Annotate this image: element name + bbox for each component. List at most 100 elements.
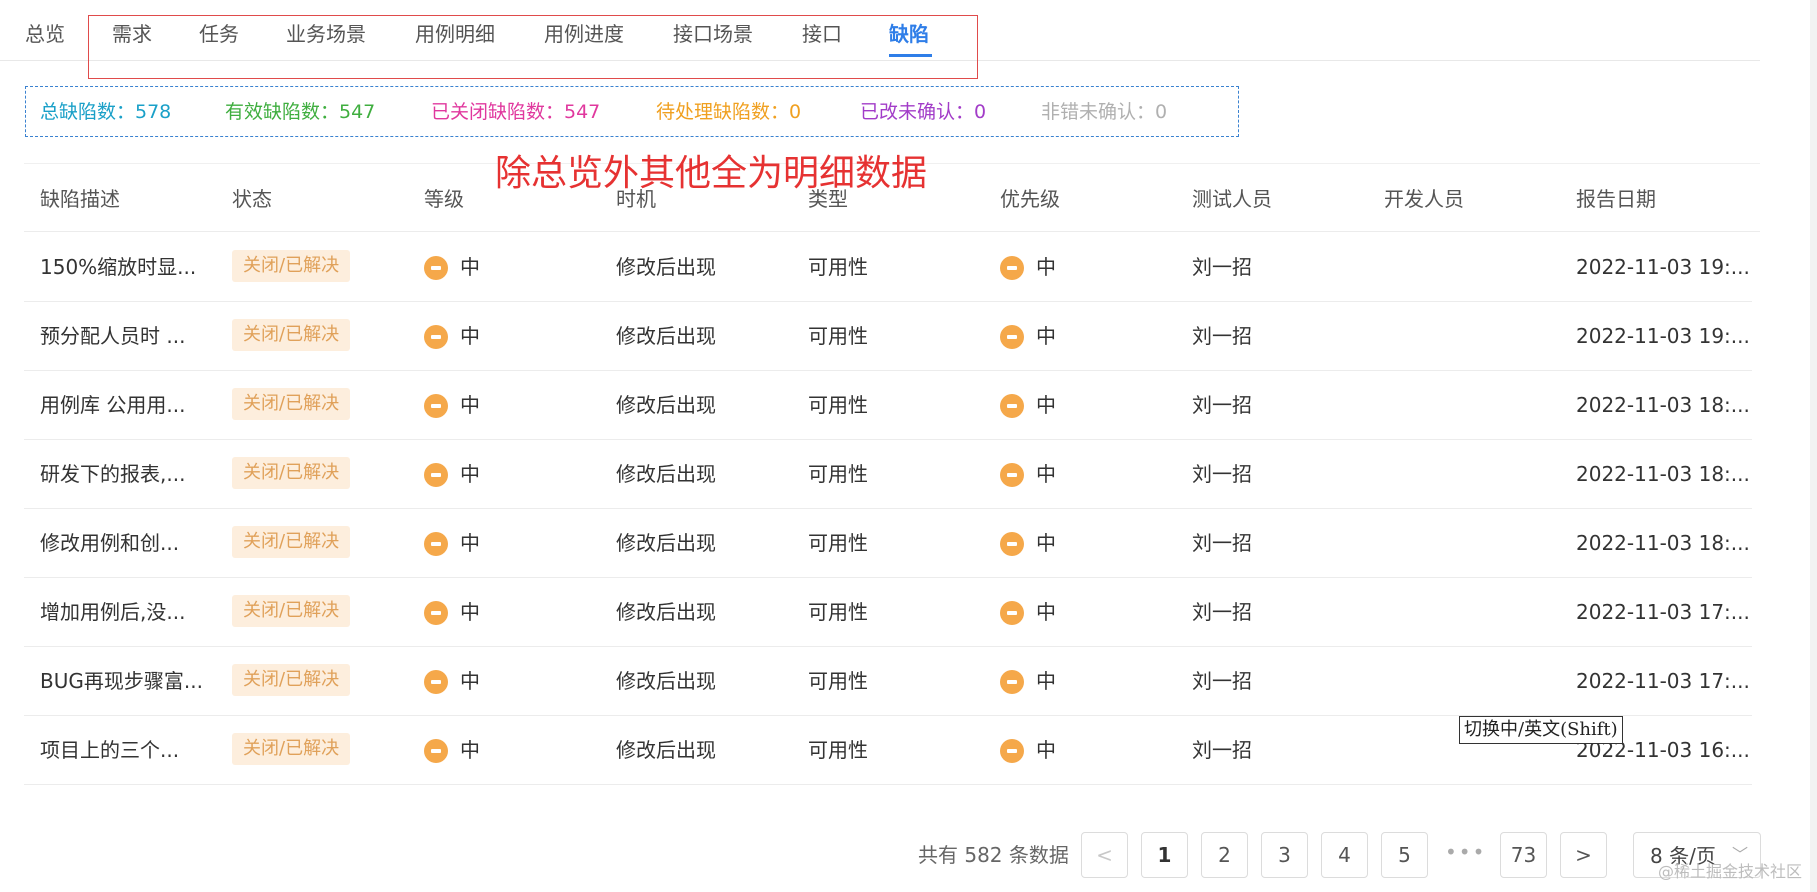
priority-level-label: 中 xyxy=(1036,531,1056,555)
pagination-total: 共有 582 条数据 xyxy=(918,843,1069,867)
report-date: 2022-11-03 17:... xyxy=(1576,669,1750,693)
tester-name: 刘一招 xyxy=(1192,462,1252,486)
minus-circle-icon xyxy=(1000,532,1024,556)
ime-tooltip: 切换中/英文(Shift) xyxy=(1459,716,1623,744)
page-button-3[interactable]: 3 xyxy=(1261,832,1308,878)
next-page-button[interactable]: > xyxy=(1560,832,1607,878)
status-badge: 关闭/已解决 xyxy=(232,664,351,696)
defect-timing: 修改后出现 xyxy=(616,324,716,348)
stat-total-defects: 总缺陷数：578 xyxy=(40,101,172,123)
column-header-description[interactable]: 缺陷描述 xyxy=(40,185,120,213)
defect-description: 项目上的三个... xyxy=(40,738,180,762)
page-button-last[interactable]: 73 xyxy=(1500,832,1547,878)
report-date: 2022-11-03 19:... xyxy=(1576,255,1750,279)
table-row[interactable]: BUG再现步骤富... 关闭/已解决 中 修改后出现 可用性 中 刘一招 2022-11-03… xyxy=(24,646,1752,716)
defect-type: 可用性 xyxy=(808,462,868,486)
column-header-level[interactable]: 等级 xyxy=(424,185,464,213)
defect-description: 用例库 公用用... xyxy=(40,393,186,417)
minus-circle-icon xyxy=(1000,601,1024,625)
priority-level-label: 中 xyxy=(1036,255,1056,279)
tester-name: 刘一招 xyxy=(1192,324,1252,348)
page-button-4[interactable]: 4 xyxy=(1321,832,1368,878)
tester-name: 刘一招 xyxy=(1192,531,1252,555)
severity-level-label: 中 xyxy=(460,531,480,555)
minus-circle-icon xyxy=(1000,325,1024,349)
defect-description: 150%缩放时显... xyxy=(40,255,197,279)
minus-circle-icon xyxy=(1000,394,1024,418)
defect-type: 可用性 xyxy=(808,669,868,693)
defect-type: 可用性 xyxy=(808,393,868,417)
defect-timing: 修改后出现 xyxy=(616,738,716,762)
report-date: 2022-11-03 19:... xyxy=(1576,324,1750,348)
minus-circle-icon xyxy=(424,394,448,418)
tester-name: 刘一招 xyxy=(1192,669,1252,693)
defect-type: 可用性 xyxy=(808,738,868,762)
tester-name: 刘一招 xyxy=(1192,600,1252,624)
column-header-priority[interactable]: 优先级 xyxy=(1000,185,1060,213)
column-header-tester[interactable]: 测试人员 xyxy=(1192,185,1272,213)
tester-name: 刘一招 xyxy=(1192,255,1252,279)
status-badge: 关闭/已解决 xyxy=(232,250,351,282)
defect-description: 修改用例和创... xyxy=(40,531,180,555)
stat-notbug-unconfirmed: 非错未确认：0 xyxy=(1041,101,1168,123)
page-button-2[interactable]: 2 xyxy=(1201,832,1248,878)
column-header-status[interactable]: 状态 xyxy=(232,185,272,213)
stat-pending-defects: 待处理缺陷数：0 xyxy=(656,101,802,123)
defect-timing: 修改后出现 xyxy=(616,600,716,624)
table-row[interactable]: 用例库 公用用... 关闭/已解决 中 修改后出现 可用性 中 刘一招 2022-11-03 … xyxy=(24,370,1752,440)
status-badge: 关闭/已解决 xyxy=(232,388,351,420)
column-header-report-date[interactable]: 报告日期 xyxy=(1576,185,1656,213)
defect-type: 可用性 xyxy=(808,531,868,555)
priority-level-label: 中 xyxy=(1036,738,1056,762)
report-date: 2022-11-03 17:... xyxy=(1576,600,1750,624)
severity-level-label: 中 xyxy=(460,393,480,417)
column-header-developer[interactable]: 开发人员 xyxy=(1384,185,1464,213)
defect-description: 预分配人员时 ... xyxy=(40,324,186,348)
severity-level-label: 中 xyxy=(460,738,480,762)
defect-description: 增加用例后,没... xyxy=(40,600,186,624)
annotation-text: 除总览外其他全为明细数据 xyxy=(495,153,928,194)
defect-timing: 修改后出现 xyxy=(616,255,716,279)
stat-fixed-unconfirmed: 已改未确认：0 xyxy=(860,101,987,123)
severity-level-label: 中 xyxy=(460,324,480,348)
report-date: 2022-11-03 18:... xyxy=(1576,393,1750,417)
tester-name: 刘一招 xyxy=(1192,393,1252,417)
table-row[interactable]: 修改用例和创... 关闭/已解决 中 修改后出现 可用性 中 刘一招 2022-11-03 1… xyxy=(24,508,1752,578)
page-ellipsis[interactable]: ••• xyxy=(1445,832,1485,878)
page-button-1[interactable]: 1 xyxy=(1141,832,1188,878)
minus-circle-icon xyxy=(1000,739,1024,763)
priority-level-label: 中 xyxy=(1036,600,1056,624)
priority-level-label: 中 xyxy=(1036,324,1056,348)
defect-timing: 修改后出现 xyxy=(616,393,716,417)
stat-valid-defects: 有效缺陷数：547 xyxy=(225,101,376,123)
severity-level-label: 中 xyxy=(460,462,480,486)
minus-circle-icon xyxy=(424,463,448,487)
prev-page-button[interactable]: < xyxy=(1081,832,1128,878)
scrollbar[interactable] xyxy=(1810,0,1817,892)
severity-level-label: 中 xyxy=(460,255,480,279)
priority-level-label: 中 xyxy=(1036,393,1056,417)
defect-description: 研发下的报表,... xyxy=(40,462,186,486)
minus-circle-icon xyxy=(424,601,448,625)
priority-level-label: 中 xyxy=(1036,462,1056,486)
status-badge: 关闭/已解决 xyxy=(232,319,351,351)
minus-circle-icon xyxy=(424,532,448,556)
tabs-annotation-box xyxy=(88,15,978,79)
tab-overview[interactable]: 总览 xyxy=(25,20,65,48)
minus-circle-icon xyxy=(1000,256,1024,280)
minus-circle-icon xyxy=(1000,670,1024,694)
status-badge: 关闭/已解决 xyxy=(232,526,351,558)
table-row[interactable]: 预分配人员时 ... 关闭/已解决 中 修改后出现 可用性 中 刘一招 2022-11-03 … xyxy=(24,301,1752,371)
defect-timing: 修改后出现 xyxy=(616,669,716,693)
table-row[interactable]: 增加用例后,没... 关闭/已解决 中 修改后出现 可用性 中 刘一招 2022-11-03 … xyxy=(24,577,1752,647)
stat-closed-defects: 已关闭缺陷数：547 xyxy=(431,101,601,123)
status-badge: 关闭/已解决 xyxy=(232,733,351,765)
defect-type: 可用性 xyxy=(808,324,868,348)
table-row[interactable]: 研发下的报表,... 关闭/已解决 中 修改后出现 可用性 中 刘一招 2022-11-03 … xyxy=(24,439,1752,509)
minus-circle-icon xyxy=(424,739,448,763)
table-row[interactable]: 150%缩放时显... 关闭/已解决 中 修改后出现 可用性 中 刘一招 2022-11-03… xyxy=(24,232,1752,302)
defect-type: 可用性 xyxy=(808,255,868,279)
page-button-5[interactable]: 5 xyxy=(1381,832,1428,878)
defect-type: 可用性 xyxy=(808,600,868,624)
minus-circle-icon xyxy=(424,325,448,349)
